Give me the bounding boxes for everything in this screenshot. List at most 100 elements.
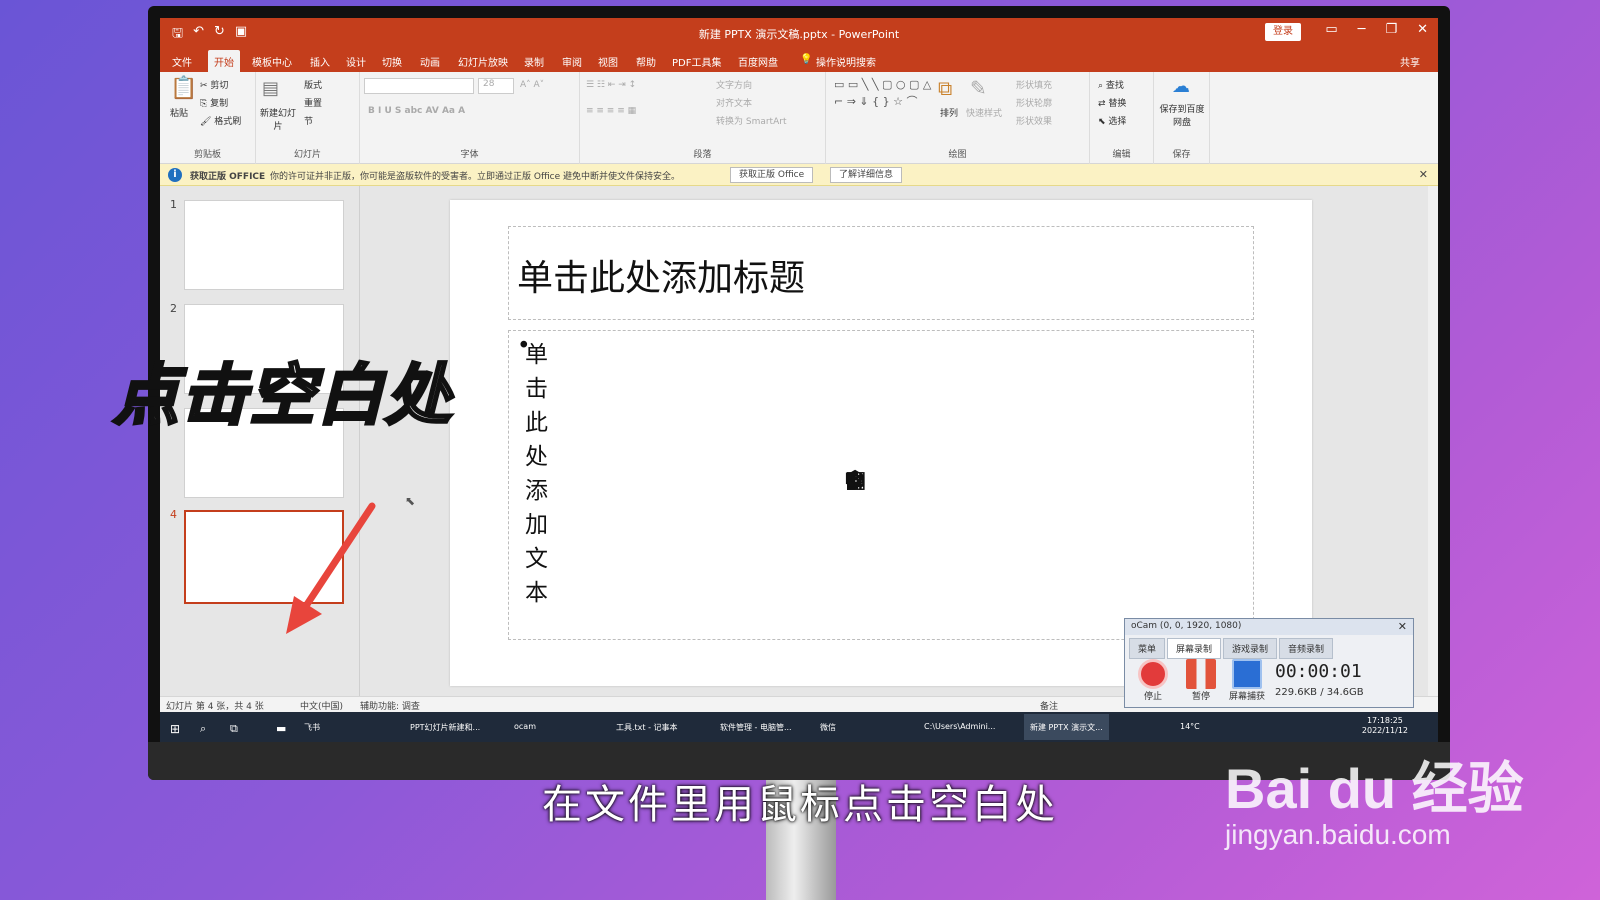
tab-review[interactable]: 审阅 (562, 54, 582, 69)
taskbar-item[interactable]: C:\Users\Admini... (924, 722, 995, 731)
format-painter-button[interactable]: 🖌 格式刷 (200, 114, 241, 127)
taskbar-item[interactable]: PPT幻灯片新建和... (410, 722, 480, 733)
arrange-icon[interactable]: ⧉ (938, 76, 952, 100)
notes-button[interactable]: 备注 (1040, 699, 1058, 712)
new-slide-button[interactable]: 新建幻灯片 (258, 106, 298, 132)
tab-animations[interactable]: 动画 (420, 54, 440, 69)
tab-view[interactable]: 视图 (598, 54, 618, 69)
clock-time: 17:18:25 (1366, 716, 1403, 725)
slide-thumbnail-1[interactable] (184, 200, 344, 290)
taskbar-item[interactable]: 软件管理 - 电脑管... (720, 722, 792, 733)
taskbar-item[interactable]: ocam (514, 722, 536, 731)
menu-bar: 文件 开始 模板中心 插入 设计 切换 动画 幻灯片放映 录制 审阅 视图 帮助… (160, 48, 1438, 75)
close-icon[interactable]: ✕ (1417, 22, 1428, 37)
title-bar: 🖫 ↶ ↻ ▣ 新建 PPTX 演示文稿.pptx - PowerPoint 登… (160, 18, 1438, 48)
group-clipboard: 📋 粘贴 ✂ 剪切 ⎘ 复制 🖌 格式刷 剪贴板 (160, 72, 256, 164)
search-icon[interactable]: ⌕ (200, 722, 206, 736)
clipboard-icon[interactable]: 📋 (170, 76, 197, 101)
content-placeholder-text: • 单击此处添加文本 (517, 333, 548, 606)
system-clock[interactable]: 17:18:25 2022/11/12 (1362, 716, 1408, 736)
share-button[interactable]: 共享 (1400, 54, 1420, 69)
minimize-icon[interactable]: ─ (1358, 22, 1366, 37)
text-direction-button[interactable]: 文字方向 (716, 78, 752, 91)
quick-styles-icon[interactable]: ✎ (970, 76, 987, 100)
language-status[interactable]: 中文(中国) (300, 699, 343, 712)
tab-slideshow[interactable]: 幻灯片放映 (458, 54, 508, 69)
taskbar-item[interactable]: 飞书 (304, 722, 320, 733)
taskbar-item-active[interactable]: 新建 PPTX 演示文... (1024, 714, 1109, 740)
replace-button[interactable]: ⇄ 替换 (1098, 96, 1126, 109)
section-button[interactable]: 节 (304, 114, 313, 127)
cut-button[interactable]: ✂ 剪切 (200, 78, 228, 91)
tab-transitions[interactable]: 切换 (382, 54, 402, 69)
accessibility-status[interactable]: 辅助功能: 调查 (360, 699, 420, 712)
layout-button[interactable]: 版式 (304, 78, 322, 91)
task-view-icon[interactable]: ⧉ (230, 722, 238, 736)
slide-canvas[interactable]: 单击此处添加标题 • 单击此处添加文本 ▦ ▮ ⧉ ⬡ ▨ ▧ ▭ ✿ (450, 200, 1312, 686)
tab-help[interactable]: 帮助 (636, 54, 656, 69)
tab-record[interactable]: 录制 (524, 54, 544, 69)
ocam-tab-menu[interactable]: 菜单 (1129, 638, 1166, 659)
smartart-button[interactable]: 转换为 SmartArt (716, 114, 786, 127)
shape-outline-button[interactable]: 形状轮廓 (1016, 96, 1052, 109)
shapes-gallery[interactable]: ▭ ▭ ╲ ╲ ▢ ○ ▢ △ ⌐ ⇒ ⇓ { } ☆ ⌒ (834, 76, 934, 110)
pause-label: 暂停 (1191, 692, 1210, 702)
icons-icon[interactable]: ✿ (845, 467, 864, 493)
tab-baidu[interactable]: 百度网盘 (738, 54, 778, 69)
overlay-caption: 点击空白处 (112, 356, 453, 436)
copy-button[interactable]: ⎘ 复制 (200, 96, 228, 109)
lightbulb-icon: 💡 (800, 54, 813, 65)
ocam-tab-game[interactable]: 游戏录制 (1223, 638, 1278, 659)
ocam-stop-button[interactable]: 停止 (1131, 659, 1175, 702)
tab-pdf[interactable]: PDF工具集 (672, 54, 721, 69)
ocam-tab-audio[interactable]: 音频录制 (1279, 638, 1334, 659)
shape-fill-button[interactable]: 形状填充 (1016, 78, 1052, 91)
info-title: 获取正版 OFFICE (190, 172, 266, 182)
window-controls: ▭ ─ ❐ ✕ (1325, 22, 1428, 37)
vertical-scrollbar[interactable] (1428, 186, 1438, 696)
login-button[interactable]: 登录 (1265, 23, 1301, 41)
font-style-icons[interactable]: B I U S abc AV Aa A (368, 106, 465, 116)
shape-effects-button[interactable]: 形状效果 (1016, 114, 1052, 127)
mouse-cursor-icon: ⬉ (405, 494, 416, 508)
taskbar-item[interactable]: 微信 (820, 722, 836, 733)
title-placeholder[interactable]: 单击此处添加标题 (508, 226, 1254, 320)
ribbon-display-icon[interactable]: ▭ (1325, 22, 1337, 37)
recording-size: 229.6KB / 34.6GB (1275, 687, 1364, 698)
window-title: 新建 PPTX 演示文稿.pptx - PowerPoint (698, 28, 900, 41)
quick-styles-button[interactable]: 快速样式 (966, 106, 1002, 119)
save-baidu-button[interactable]: 保存到百度网盘 (1158, 102, 1206, 128)
restore-icon[interactable]: ❐ (1385, 22, 1397, 37)
content-placeholder[interactable]: • 单击此处添加文本 ▦ ▮ ⧉ ⬡ ▨ ▧ ▭ ✿ (508, 330, 1254, 640)
windows-start-icon[interactable]: ⊞ (170, 722, 180, 736)
font-size-input[interactable]: 28 (478, 78, 514, 94)
paste-button[interactable]: 粘贴 (170, 106, 188, 119)
font-family-input[interactable] (364, 78, 474, 94)
desktop-icon[interactable]: ▬ (276, 722, 286, 735)
ocam-capture-button[interactable]: 屏幕捕获 (1225, 659, 1269, 702)
tab-file[interactable]: 文件 (172, 54, 192, 69)
close-icon[interactable]: ✕ (1398, 620, 1407, 633)
ocam-pause-button[interactable]: 暂停 (1179, 659, 1223, 702)
new-slide-icon[interactable]: ▤ (262, 78, 279, 99)
get-genuine-button[interactable]: 获取正版 Office (730, 167, 814, 183)
tab-templates[interactable]: 模板中心 (252, 54, 292, 69)
find-button[interactable]: ⌕ 查找 (1098, 78, 1124, 91)
taskbar-item[interactable]: 工具.txt - 记事本 (616, 722, 678, 733)
learn-more-button[interactable]: 了解详细信息 (830, 167, 903, 183)
select-button[interactable]: ⬉ 选择 (1098, 114, 1126, 127)
baidu-cloud-icon[interactable]: ☁ (1172, 76, 1190, 97)
tab-design[interactable]: 设计 (346, 54, 366, 69)
paragraph-group-label: 段落 (693, 150, 712, 160)
grow-font-icon[interactable]: A˄ A˅ (520, 80, 544, 90)
list-icons[interactable]: ☰ ☷ ⇤ ⇥ ↕ (586, 80, 636, 90)
align-text-button[interactable]: 对齐文本 (716, 96, 752, 109)
tell-me-search[interactable]: 操作说明搜索 (816, 54, 876, 69)
close-icon[interactable]: ✕ (1419, 168, 1428, 181)
pause-icon (1186, 659, 1216, 689)
align-icons[interactable]: ≡ ≡ ≡ ≡ ▦ (586, 106, 636, 116)
arrange-button[interactable]: 排列 (940, 106, 958, 119)
reset-button[interactable]: 重置 (304, 96, 322, 109)
ocam-tab-screen[interactable]: 屏幕录制 (1167, 638, 1222, 659)
tab-insert[interactable]: 插入 (310, 54, 330, 69)
